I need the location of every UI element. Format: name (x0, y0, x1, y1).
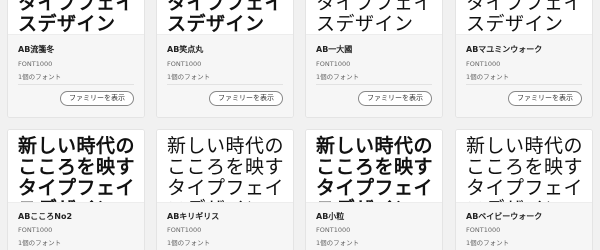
preview-line: スデザイン (167, 13, 265, 35)
font-name[interactable]: ABベイビーウォーク (466, 211, 542, 222)
show-family-button[interactable]: ファミリーを表示 (209, 91, 283, 106)
font-name[interactable]: AB流箋冬 (18, 44, 54, 55)
preview-line: 新しい時代の (316, 135, 434, 157)
font-publisher: FONT1000 (167, 226, 202, 234)
preview-line: こころを映す (18, 156, 136, 178)
divider (466, 84, 582, 85)
font-count: 1個のフォント (167, 239, 211, 247)
font-name[interactable]: AB一大國 (316, 44, 352, 55)
preview-line: スデザイン (18, 13, 116, 35)
font-name[interactable]: AB笑点丸 (167, 44, 203, 55)
font-preview: 新しい時代の こころを映す タイプフェイ スデザイン (456, 130, 592, 202)
preview-line: スデザイン (466, 13, 564, 35)
font-count: 1個のフォント (316, 239, 360, 247)
font-card[interactable]: 新しい時代の こころを映す タイプフェイ スデザイン ABキリギリス FONT1… (156, 129, 294, 250)
font-card-info: AB小粒 FONT1000 1個のフォント (306, 202, 442, 250)
preview-line: タイプフェイ (466, 0, 584, 14)
font-card[interactable]: こころを映す タイプフェイ スデザイン AB流箋冬 FONT1000 1個のフォ… (7, 0, 145, 118)
font-name[interactable]: ABマユミンウォーク (466, 44, 542, 55)
font-count: 1個のフォント (466, 239, 510, 247)
font-publisher: FONT1000 (316, 60, 351, 68)
font-name[interactable]: ABキリギリス (167, 211, 219, 222)
font-card-info: AB流箋冬 FONT1000 1個のフォント ファミリーを表示 (8, 34, 144, 117)
preview-line: 新しい時代の (167, 135, 285, 157)
show-family-button[interactable]: ファミリーを表示 (508, 91, 582, 106)
font-preview: こころを映す タイプフェイ スデザイン (456, 0, 592, 34)
font-count: 1個のフォント (466, 73, 510, 81)
divider (167, 84, 283, 85)
font-card[interactable]: 新しい時代の こころを映す タイプフェイ スデザイン ABこころNo2 FONT… (7, 129, 145, 250)
preview-line: こころを映す (316, 156, 434, 178)
font-card[interactable]: 新しい時代の こころを映す タイプフェイ スデザイン ABベイビーウォーク FO… (455, 129, 593, 250)
preview-line: タイプフェイ (18, 177, 136, 199)
font-name[interactable]: AB小粒 (316, 211, 344, 222)
preview-line: タイプフェイ (466, 177, 584, 199)
preview-line: タイプフェイ (316, 0, 434, 14)
font-name[interactable]: ABこころNo2 (18, 211, 72, 222)
font-card[interactable]: こころを映す タイプフェイ スデザイン AB一大國 FONT1000 1個のフォ… (305, 0, 443, 118)
font-card-info: ABベイビーウォーク FONT1000 1個のフォント (456, 202, 592, 250)
font-count: 1個のフォント (18, 73, 62, 81)
preview-line: タイプフェイ (316, 177, 434, 199)
font-card[interactable]: こころを映す タイプフェイ スデザイン AB笑点丸 FONT1000 1個のフォ… (156, 0, 294, 118)
preview-line: スデザイン (316, 13, 414, 35)
divider (316, 84, 432, 85)
show-family-button[interactable]: ファミリーを表示 (358, 91, 432, 106)
font-preview: こころを映す タイプフェイ スデザイン (157, 0, 293, 34)
font-publisher: FONT1000 (316, 226, 351, 234)
font-card[interactable]: こころを映す タイプフェイ スデザイン ABマユミンウォーク FONT1000 … (455, 0, 593, 118)
font-card-info: ABキリギリス FONT1000 1個のフォント (157, 202, 293, 250)
preview-line: 新しい時代の (18, 135, 136, 157)
font-publisher: FONT1000 (466, 60, 501, 68)
font-publisher: FONT1000 (167, 60, 202, 68)
font-publisher: FONT1000 (466, 226, 501, 234)
preview-line: こころを映す (167, 156, 285, 178)
preview-line: 新しい時代の (466, 135, 584, 157)
font-count: 1個のフォント (167, 73, 211, 81)
font-card-info: AB一大國 FONT1000 1個のフォント ファミリーを表示 (306, 34, 442, 117)
font-card-info: ABこころNo2 FONT1000 1個のフォント (8, 202, 144, 250)
font-card[interactable]: 新しい時代の こころを映す タイプフェイ スデザイン AB小粒 FONT1000… (305, 129, 443, 250)
show-family-button[interactable]: ファミリーを表示 (60, 91, 134, 106)
font-preview: こころを映す タイプフェイ スデザイン (8, 0, 144, 34)
preview-line: こころを映す (466, 156, 584, 178)
font-publisher: FONT1000 (18, 226, 53, 234)
divider (18, 84, 134, 85)
font-publisher: FONT1000 (18, 60, 53, 68)
font-preview: こころを映す タイプフェイ スデザイン (306, 0, 442, 34)
preview-line: タイプフェイ (167, 0, 285, 14)
font-preview: 新しい時代の こころを映す タイプフェイ スデザイン (157, 130, 293, 202)
font-card-info: ABマユミンウォーク FONT1000 1個のフォント ファミリーを表示 (456, 34, 592, 117)
preview-line: タイプフェイ (167, 177, 285, 199)
font-preview: 新しい時代の こころを映す タイプフェイ スデザイン (306, 130, 442, 202)
font-count: 1個のフォント (18, 239, 62, 247)
font-card-info: AB笑点丸 FONT1000 1個のフォント ファミリーを表示 (157, 34, 293, 117)
preview-line: タイプフェイ (18, 0, 136, 14)
font-count: 1個のフォント (316, 73, 360, 81)
font-preview: 新しい時代の こころを映す タイプフェイ スデザイン (8, 130, 144, 202)
